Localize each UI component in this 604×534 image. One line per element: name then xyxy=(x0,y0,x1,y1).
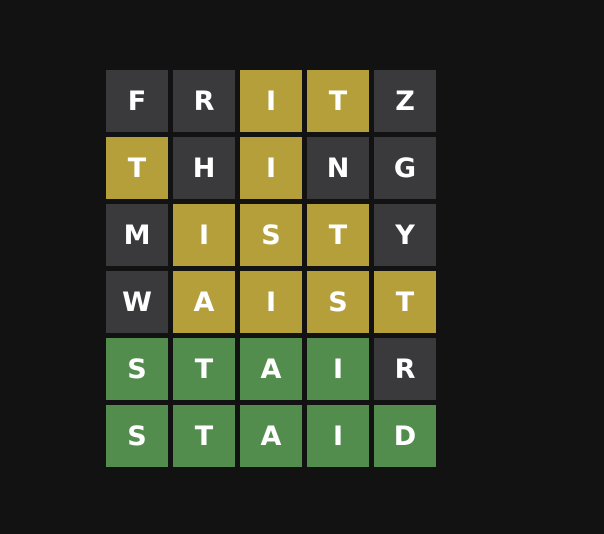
tile-r4-c5: T xyxy=(374,271,436,333)
tile-r4-c1: W xyxy=(106,271,168,333)
tile-r6-c5: D xyxy=(374,405,436,467)
tile-r2-c3: I xyxy=(240,137,302,199)
tile-r5-c3: A xyxy=(240,338,302,400)
tile-r2-c1: T xyxy=(106,137,168,199)
tile-r6-c4: I xyxy=(307,405,369,467)
tile-r5-c1: S xyxy=(106,338,168,400)
tile-r1-c1: F xyxy=(106,70,168,132)
tile-r5-c5: R xyxy=(374,338,436,400)
tile-r6-c1: S xyxy=(106,405,168,467)
tile-r1-c3: I xyxy=(240,70,302,132)
tile-r6-c3: A xyxy=(240,405,302,467)
tile-r3-c4: T xyxy=(307,204,369,266)
tile-r4-c4: S xyxy=(307,271,369,333)
tile-r6-c2: T xyxy=(173,405,235,467)
tile-r3-c5: Y xyxy=(374,204,436,266)
tile-r2-c4: N xyxy=(307,137,369,199)
tile-r5-c4: I xyxy=(307,338,369,400)
tile-r1-c2: R xyxy=(173,70,235,132)
tile-r1-c4: T xyxy=(307,70,369,132)
tile-r2-c5: G xyxy=(374,137,436,199)
tile-r4-c2: A xyxy=(173,271,235,333)
game-board: FRITZTHINGMISTYWAISTSTAIRSTAID xyxy=(106,70,436,467)
tile-r3-c1: M xyxy=(106,204,168,266)
tile-r4-c3: I xyxy=(240,271,302,333)
tile-r1-c5: Z xyxy=(374,70,436,132)
tile-r5-c2: T xyxy=(173,338,235,400)
tile-r3-c3: S xyxy=(240,204,302,266)
tile-r2-c2: H xyxy=(173,137,235,199)
tile-r3-c2: I xyxy=(173,204,235,266)
